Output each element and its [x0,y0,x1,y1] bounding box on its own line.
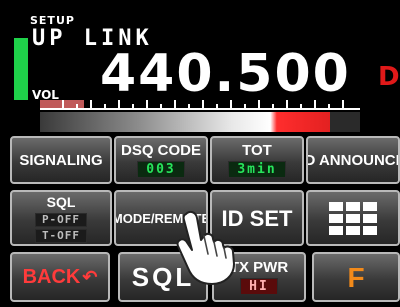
f-label: F [347,261,365,293]
tot-value: 3min [228,161,286,178]
frequency-display: 440.500 [100,44,351,104]
pointer-hand-icon [176,210,235,285]
tot-button[interactable]: TOT 3min [210,136,304,184]
dsq-code-value: 003 [137,161,185,178]
sql-mode-label: SQL [46,193,76,210]
signaling-button[interactable]: SIGNALING [10,136,112,184]
back-button[interactable]: BACK ↶ [10,252,110,302]
id-announce-button[interactable]: ID ANNOUNCE [306,136,400,184]
menu-grid-button[interactable] [306,190,400,246]
tot-label: TOT [242,142,272,159]
meter-end-cap [330,112,360,132]
back-label: BACK [22,265,81,288]
f-button[interactable]: F [312,252,400,302]
sql-mode-value-2: T-OFF [34,228,88,243]
dn-indicator: DN [378,62,400,92]
sql-mode-value-1: P-OFF [34,212,88,227]
signaling-label: SIGNALING [19,151,103,169]
grid-icon [329,201,377,235]
meter-baseline [40,108,360,110]
dsq-code-button[interactable]: DSQ CODE 003 [114,136,208,184]
radio-screen: SETUP UP LINK VOL 440.500 DN SIGNALING D… [0,0,400,307]
sql-mode-button[interactable]: SQL P-OFF T-OFF [10,190,112,246]
signal-indicator-bar [14,38,28,100]
back-arrow-icon: ↶ [82,266,98,287]
id-announce-label: ID ANNOUNCE [308,151,400,169]
dsq-code-label: DSQ CODE [120,142,201,159]
signal-meter-bar [40,112,360,132]
